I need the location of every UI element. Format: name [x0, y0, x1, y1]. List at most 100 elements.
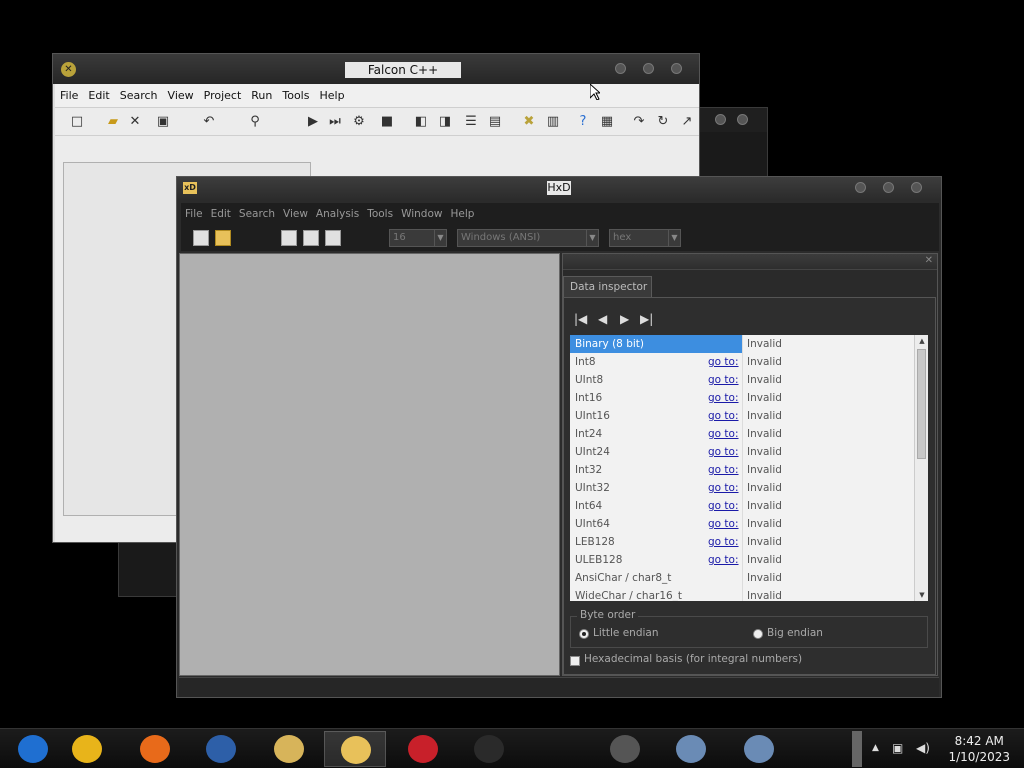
falcon-menu-run[interactable]: Run [246, 84, 277, 108]
bytes-per-row-select[interactable]: 16 ▼ [389, 229, 447, 247]
previous-icon[interactable]: ◀ [598, 312, 607, 326]
step-over-icon[interactable]: ↷ [631, 114, 647, 130]
goto-link[interactable]: go to: [708, 443, 739, 461]
falcon-maximize-button[interactable] [643, 63, 654, 74]
taskbar-button[interactable] [56, 731, 118, 767]
save-icon[interactable]: ▣ [155, 114, 171, 130]
goto-link[interactable]: go to: [708, 551, 739, 569]
inspector-scrollbar[interactable]: ▲ ▼ [914, 335, 928, 601]
row-value[interactable]: Invalid [747, 515, 782, 533]
hxd-menu-view[interactable]: View [279, 203, 312, 225]
undo-icon[interactable]: ↶ [201, 114, 217, 130]
falcon-close-button[interactable] [671, 63, 682, 74]
volume-icon[interactable]: ◀) [916, 741, 930, 755]
find-icon[interactable]: ⚲ [247, 114, 263, 130]
hxd-menu-search[interactable]: Search [235, 203, 279, 225]
falcon-menu-file[interactable]: File [55, 84, 83, 108]
falcon-menu-help[interactable]: Help [314, 84, 349, 108]
table-row[interactable]: UInt16 go to: Invalid [570, 407, 914, 425]
row-value[interactable]: Invalid [747, 497, 782, 515]
taskbar-scroll[interactable] [852, 731, 862, 767]
forward-icon[interactable]: ◨ [437, 114, 453, 130]
row-value[interactable]: Invalid [747, 479, 782, 497]
save-icon[interactable] [281, 230, 297, 246]
goto-link[interactable]: go to: [708, 515, 739, 533]
row-value[interactable]: Invalid [747, 551, 782, 569]
row-value[interactable]: Invalid [747, 335, 782, 353]
minimize-button[interactable] [715, 114, 726, 125]
table-row[interactable]: ULEB128 go to: Invalid [570, 551, 914, 569]
row-value[interactable]: Invalid [747, 389, 782, 407]
taskbar-button[interactable] [2, 731, 64, 767]
table-row[interactable]: Binary (8 bit) Invalid [570, 335, 914, 353]
goto-link[interactable]: go to: [708, 461, 739, 479]
goto-link[interactable]: go to: [708, 533, 739, 551]
falcon-titlebar[interactable]: ✕ Falcon C++ [53, 54, 699, 84]
hex-basis-checkbox[interactable] [570, 656, 580, 666]
table-row[interactable]: AnsiChar / char8_t Invalid [570, 569, 914, 587]
row-value[interactable]: Invalid [747, 425, 782, 443]
next-icon[interactable]: ▶ [620, 312, 629, 326]
help-icon[interactable]: ? [575, 114, 591, 130]
little-endian-label[interactable]: Little endian [593, 627, 659, 639]
step-out-icon[interactable]: ↗ [679, 114, 695, 130]
hxd-menu-window[interactable]: Window [397, 203, 446, 225]
falcon-minimize-button[interactable] [615, 63, 626, 74]
close-icon[interactable]: ✕ [127, 114, 143, 130]
falcon-menu-search[interactable]: Search [115, 84, 163, 108]
hxd-titlebar[interactable]: xD HxD [177, 177, 941, 199]
hxd-close-button[interactable] [911, 182, 922, 193]
new-file-icon[interactable]: □ [69, 114, 85, 130]
hxd-maximize-button[interactable] [883, 182, 894, 193]
save-all-icon[interactable] [303, 230, 319, 246]
goto-link[interactable]: go to: [708, 425, 739, 443]
row-value[interactable]: Invalid [747, 533, 782, 551]
taskbar-clock[interactable]: 8:42 AM 1/10/2023 [948, 733, 1010, 765]
back-icon[interactable]: ◧ [413, 114, 429, 130]
taskbar-button[interactable] [324, 731, 386, 767]
falcon-menu-project[interactable]: Project [199, 84, 247, 108]
new-file-icon[interactable] [193, 230, 209, 246]
goto-link[interactable]: go to: [708, 479, 739, 497]
falcon-menu-tools[interactable]: Tools [277, 84, 314, 108]
step-into-icon[interactable]: ↻ [655, 114, 671, 130]
charset-select[interactable]: Windows (ANSI) ▼ [457, 229, 599, 247]
hxd-menu-file[interactable]: File [181, 203, 207, 225]
row-value[interactable]: Invalid [747, 569, 782, 587]
build-icon[interactable]: ⚙ [351, 114, 367, 130]
hxd-minimize-button[interactable] [855, 182, 866, 193]
hxd-menu-analysis[interactable]: Analysis [312, 203, 363, 225]
goto-link[interactable]: go to: [708, 371, 739, 389]
offset-base-select[interactable]: hex ▼ [609, 229, 681, 247]
table-row[interactable]: Int16 go to: Invalid [570, 389, 914, 407]
properties-icon[interactable]: ▥ [545, 114, 561, 130]
tab-data-inspector[interactable]: Data inspector [563, 276, 652, 298]
open-folder-icon[interactable]: ▰ [105, 114, 121, 130]
taskbar-button[interactable] [258, 731, 320, 767]
tray-expand-icon[interactable]: ▲ [872, 743, 879, 753]
taskbar-button[interactable] [124, 731, 186, 767]
goto-link[interactable]: go to: [708, 407, 739, 425]
list-icon[interactable]: ☰ [463, 114, 479, 130]
table-row[interactable]: WideChar / char16_t Invalid [570, 587, 914, 601]
row-value[interactable]: Invalid [747, 443, 782, 461]
document-icon[interactable]: ▤ [487, 114, 503, 130]
close-icon[interactable]: ✕ [925, 255, 933, 266]
hxd-menu-edit[interactable]: Edit [207, 203, 235, 225]
row-value[interactable]: Invalid [747, 371, 782, 389]
book-icon[interactable]: ▦ [599, 114, 615, 130]
falcon-logo-icon[interactable]: ✖ [521, 114, 537, 130]
taskbar-button[interactable] [190, 731, 252, 767]
run-icon[interactable]: ▶ [305, 114, 321, 130]
big-endian-radio[interactable] [753, 629, 763, 639]
falcon-menu-view[interactable]: View [163, 84, 199, 108]
table-row[interactable]: LEB128 go to: Invalid [570, 533, 914, 551]
last-icon[interactable]: ▶| [640, 312, 653, 326]
table-row[interactable]: Int32 go to: Invalid [570, 461, 914, 479]
taskbar-button[interactable] [728, 731, 790, 767]
stop-icon[interactable]: ■ [379, 114, 395, 130]
goto-link[interactable]: go to: [708, 353, 739, 371]
hxd-menu-help[interactable]: Help [446, 203, 478, 225]
big-endian-label[interactable]: Big endian [767, 627, 823, 639]
row-value[interactable]: Invalid [747, 461, 782, 479]
